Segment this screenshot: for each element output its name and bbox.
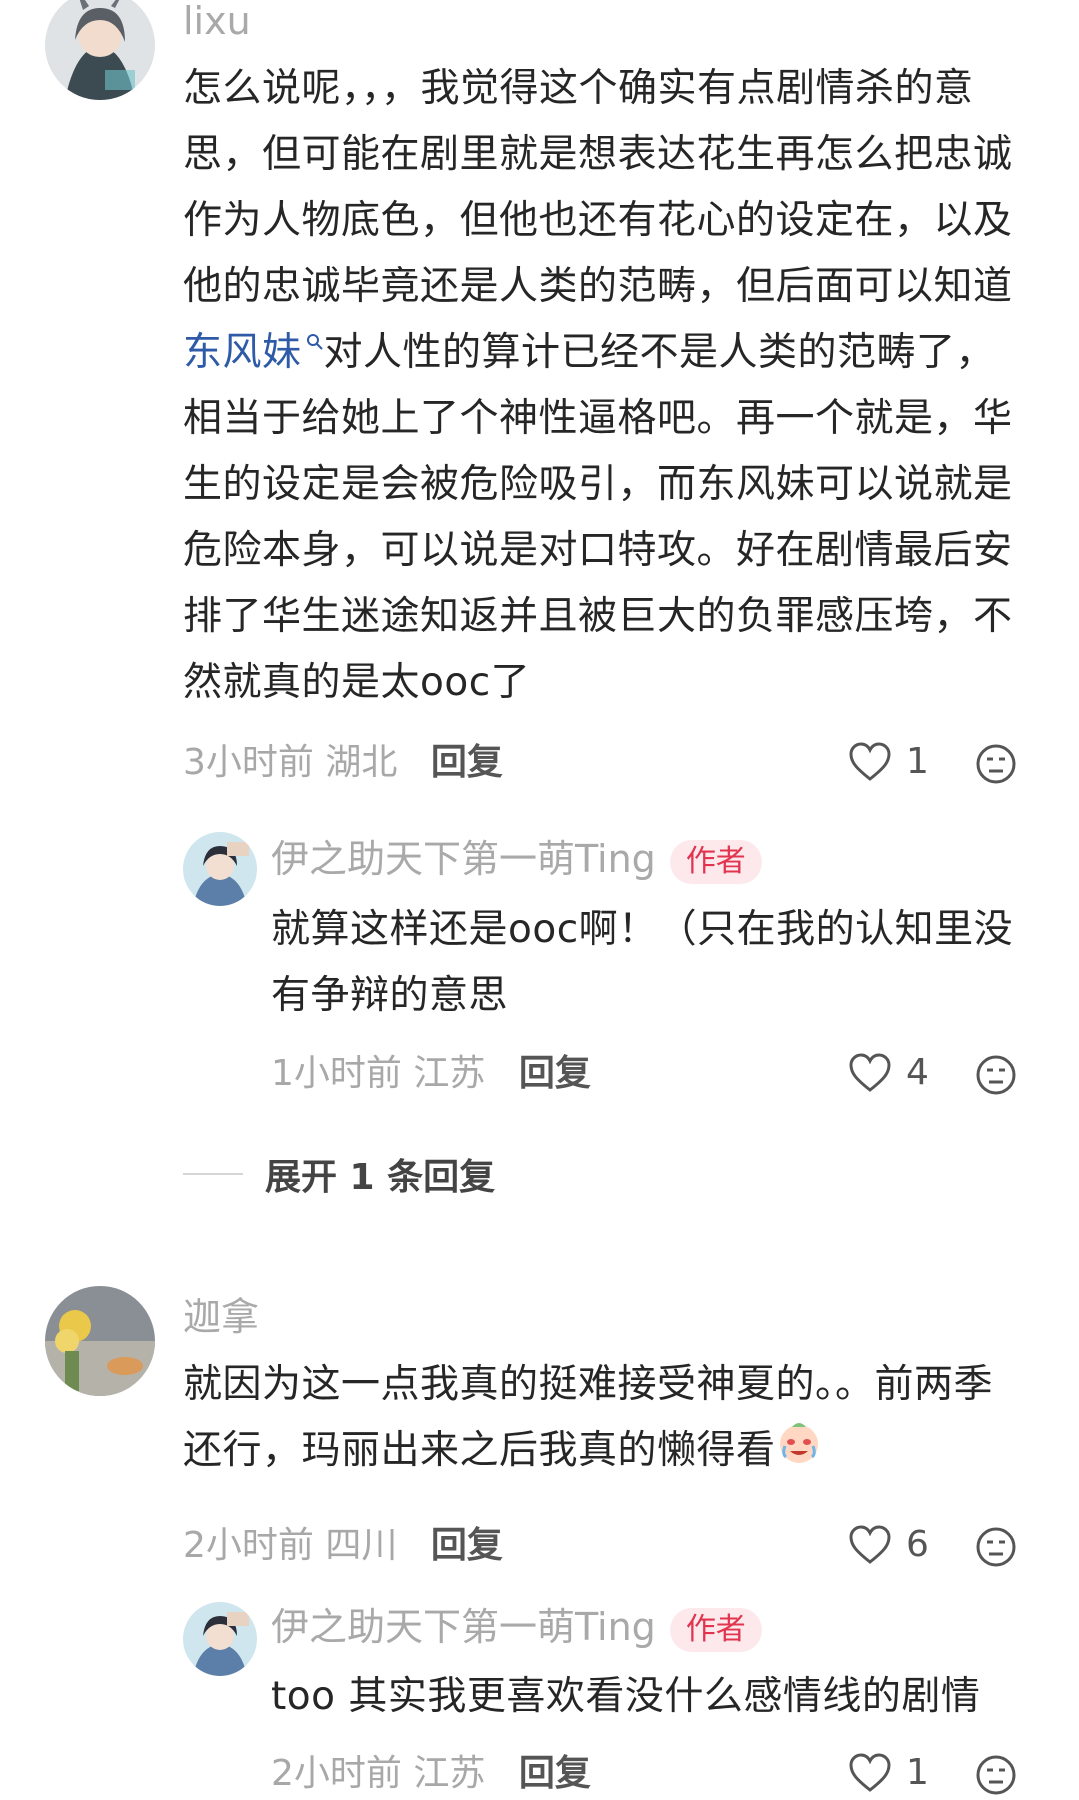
comment-text: 怎么说呢，，，我觉得这个确实有点剧情杀的意思，但可能在剧里就是想表达花生再怎么把… [183,66,1013,705]
crying-face-emoji [776,1419,822,1486]
comment-item: lixu 怎么说呢，，，我觉得这个确实有点剧情杀的意思，但可能在剧里就是想表达花… [0,0,1079,1198]
like-button[interactable]: 6 [848,1524,929,1565]
like-button[interactable]: 1 [848,1752,929,1793]
dislike-face-icon [976,1755,1016,1795]
like-count: 4 [906,1052,929,1093]
reply-button[interactable]: 回复 [519,1053,591,1094]
reply-text: 就算这样还是ooc啊！（只在我的认知里没有争辩的意思 [271,907,1014,1018]
reply-button[interactable]: 回复 [431,742,503,783]
location: 四川 [325,1525,398,1566]
like-count: 1 [906,1752,929,1793]
divider [183,1173,243,1175]
dislike-face-icon [976,744,1016,784]
author-badge: 作者 [669,1607,762,1652]
reply-meta: 1小时前 江苏 回复 [271,1052,591,1096]
avatar[interactable] [183,832,257,906]
reply-username-text[interactable]: 伊之助天下第一萌Ting [271,837,656,881]
location: 湖北 [325,742,398,783]
timestamp: 2小时前 [271,1753,402,1794]
timestamp: 2小时前 [183,1525,314,1566]
dislike-button[interactable] [975,1526,1017,1572]
comment-username[interactable]: 迦拿 [183,1294,259,1340]
reply-username: 伊之助天下第一萌Ting 作者 [271,1604,762,1652]
search-icon [306,334,323,350]
comment-text: 就因为这一点我真的挺难接受神夏的。。前两季还行，玛丽出来之后我真的懒得看 [183,1352,1023,1486]
comment-item: 迦拿 就因为这一点我真的挺难接受神夏的。。前两季还行，玛丽出来之后我真的懒得看 … [0,1270,1079,1795]
author-badge: 作者 [669,839,762,884]
like-button[interactable]: 1 [848,741,929,782]
avatar[interactable] [45,0,155,100]
dislike-button[interactable] [975,1054,1017,1100]
reply-meta: 2小时前 江苏 回复 [271,1752,591,1796]
expand-replies-label: 展开 1 条回复 [265,1157,496,1198]
heart-icon [849,741,891,781]
location: 江苏 [413,1753,486,1794]
reply-button[interactable]: 回复 [431,1525,503,1566]
heart-icon [849,1524,891,1564]
like-count: 6 [906,1524,929,1565]
dislike-button[interactable] [975,1754,1017,1800]
heart-icon [849,1752,891,1792]
comment-username[interactable]: lixu [183,0,251,44]
avatar[interactable] [45,1286,155,1396]
dislike-button[interactable] [975,743,1017,789]
timestamp: 1小时前 [271,1053,402,1094]
reply-text: too 其实我更喜欢看没什么感情线的剧情 [271,1674,981,1719]
like-count: 1 [906,741,929,782]
dislike-face-icon [976,1527,1016,1567]
comment-meta: 2小时前 四川 回复 [183,1524,503,1568]
heart-icon [849,1052,891,1092]
dislike-face-icon [976,1055,1016,1095]
reply-username: 伊之助天下第一萌Ting 作者 [271,836,762,884]
timestamp: 3小时前 [183,742,314,783]
search-link[interactable]: 东风妹 [183,330,324,375]
expand-replies-button[interactable]: 展开 1 条回复 [183,1148,495,1200]
location: 江苏 [413,1053,486,1094]
avatar[interactable] [183,1602,257,1676]
reply-button[interactable]: 回复 [519,1753,591,1794]
like-button[interactable]: 4 [848,1052,929,1093]
reply-username-text[interactable]: 伊之助天下第一萌Ting [271,1605,656,1649]
comment-meta: 3小时前 湖北 回复 [183,741,503,785]
